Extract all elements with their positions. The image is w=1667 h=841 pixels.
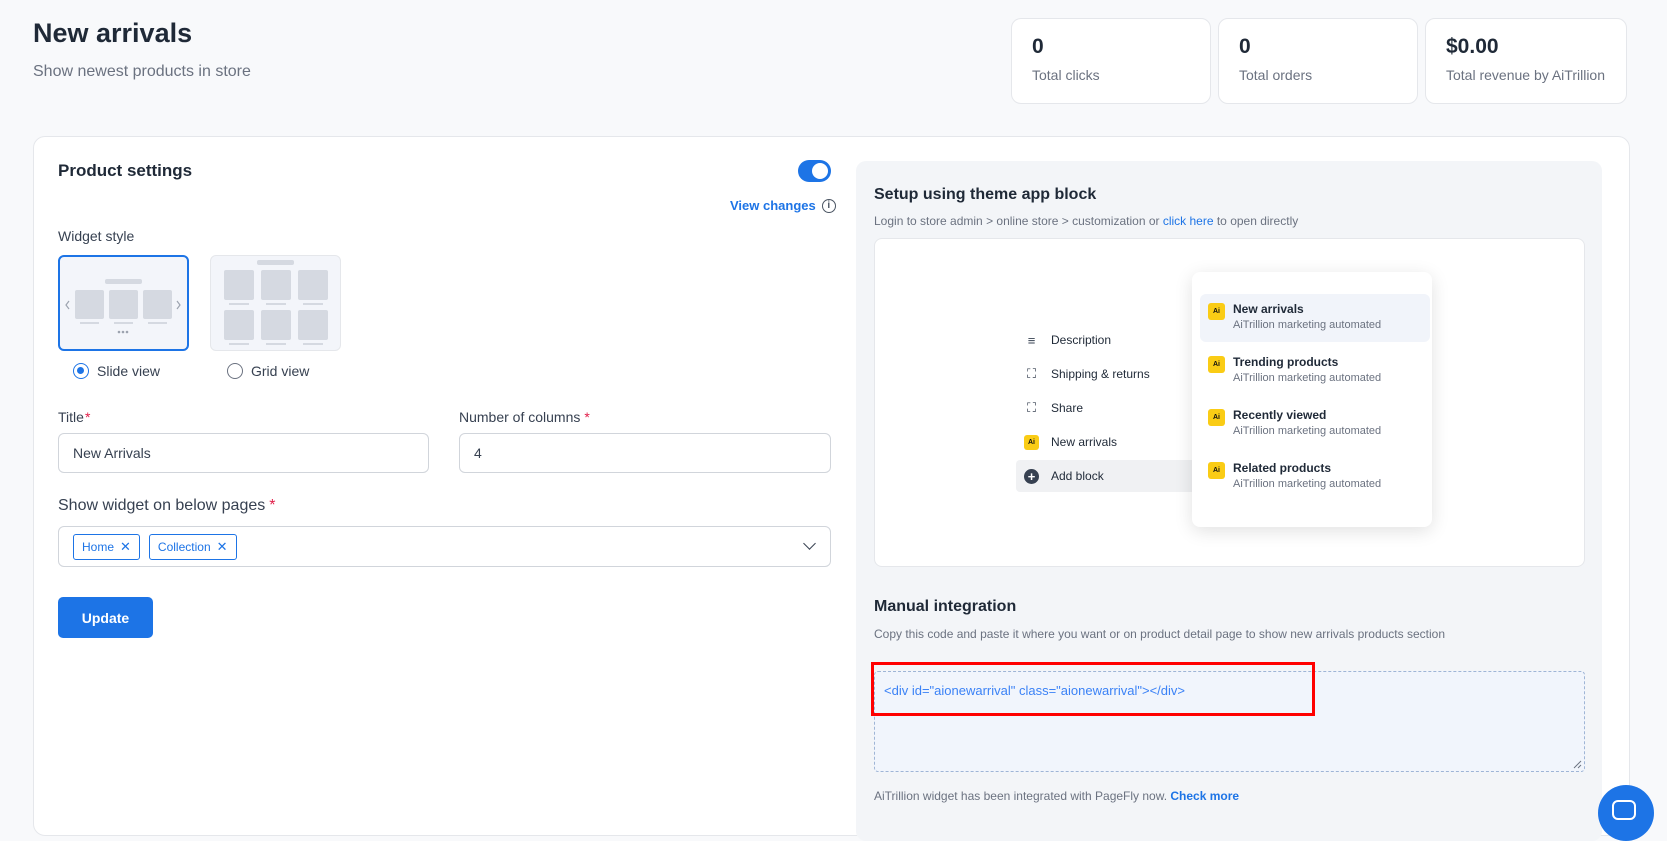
columns-field-label: Number of columns * bbox=[459, 409, 590, 425]
frame-icon: ⛶ bbox=[1026, 366, 1037, 381]
lines-icon: ≡ bbox=[1027, 332, 1036, 348]
popover-item-title: New arrivals bbox=[1233, 302, 1304, 316]
pages-multiselect[interactable]: Home ✕ Collection ✕ bbox=[58, 526, 831, 567]
block-item-share: ⛶ Share bbox=[1016, 392, 1196, 424]
block-item-shipping: ⛶ Shipping & returns bbox=[1016, 358, 1196, 390]
block-label: Shipping & returns bbox=[1051, 367, 1150, 381]
grid-view-radio[interactable]: Grid view bbox=[227, 363, 309, 379]
aitrillion-logo-icon: Ai bbox=[1208, 409, 1225, 426]
aitrillion-logo-icon: Ai bbox=[1208, 462, 1225, 479]
check-more-link[interactable]: Check more bbox=[1170, 789, 1239, 803]
stat-label: Total orders bbox=[1239, 67, 1313, 83]
stat-value: 0 bbox=[1032, 35, 1044, 58]
title-input[interactable]: New Arrivals bbox=[58, 433, 429, 473]
setup-instruction: Login to store admin > online store > cu… bbox=[874, 214, 1299, 228]
block-item-add-block: + Add block bbox=[1016, 460, 1196, 492]
popover-item-recently-viewed: Ai Recently viewed AiTrillion marketing a… bbox=[1200, 400, 1430, 448]
pagefly-notice: AiTrillion widget has been integrated wi… bbox=[874, 789, 1240, 803]
block-item-new-arrivals: Ai New arrivals bbox=[1016, 426, 1196, 458]
page-chip-collection: Collection ✕ bbox=[148, 533, 237, 560]
app-block-popover: Ai New arrivals AiTrillion marketing auto… bbox=[1192, 272, 1432, 527]
stat-total-orders: 0 Total orders bbox=[1218, 18, 1418, 104]
slide-view-label: Slide view bbox=[97, 363, 161, 379]
chat-icon bbox=[1612, 800, 1636, 820]
click-here-link[interactable]: click here bbox=[1163, 214, 1214, 228]
stat-value: $0.00 bbox=[1446, 35, 1499, 58]
popover-item-trending: Ai Trending products AiTrillion marketing… bbox=[1200, 347, 1430, 395]
chevron-down-icon[interactable] bbox=[803, 537, 816, 550]
setup-title: Setup using theme app block bbox=[874, 186, 1097, 203]
popover-item-related: Ai Related products AiTrillion marketing … bbox=[1200, 453, 1430, 501]
popover-item-title: Trending products bbox=[1233, 355, 1339, 369]
stat-total-revenue: $0.00 Total revenue by AiTrillion bbox=[1425, 18, 1627, 104]
block-label: Share bbox=[1051, 401, 1084, 415]
radio-selected-icon bbox=[73, 363, 89, 379]
popover-item-sub: AiTrillion marketing automated bbox=[1233, 478, 1382, 490]
slide-view-style-option[interactable] bbox=[58, 255, 189, 351]
info-icon: i bbox=[821, 198, 836, 213]
grid-view-style-option[interactable] bbox=[210, 255, 341, 351]
frame-icon: ⛶ bbox=[1026, 400, 1037, 415]
page-chip-home: Home ✕ bbox=[73, 533, 140, 560]
product-settings-title: Product settings bbox=[58, 161, 193, 180]
widget-style-label: Widget style bbox=[58, 228, 135, 244]
popover-item-sub: AiTrillion marketing automated bbox=[1233, 425, 1382, 437]
slide-view-radio[interactable]: Slide view bbox=[73, 363, 160, 379]
popover-item-sub: AiTrillion marketing automated bbox=[1233, 372, 1382, 384]
popover-item-title: Recently viewed bbox=[1233, 408, 1327, 422]
slide-view-thumbnail-icon bbox=[65, 279, 181, 334]
highlight-annotation bbox=[871, 662, 1315, 716]
radio-unselected-icon bbox=[227, 363, 243, 379]
chip-label: Home bbox=[82, 539, 115, 554]
grid-view-thumbnail-icon bbox=[224, 260, 328, 345]
close-icon[interactable]: ✕ bbox=[120, 539, 131, 555]
stat-value: 0 bbox=[1239, 35, 1251, 58]
block-item-description: ≡ Description bbox=[1016, 324, 1196, 356]
aitrillion-logo-icon: Ai bbox=[1208, 303, 1225, 320]
manual-integration-title: Manual integration bbox=[874, 598, 1017, 615]
widget-enable-toggle[interactable] bbox=[798, 160, 831, 182]
update-button[interactable]: Update bbox=[58, 597, 153, 638]
block-label: Description bbox=[1051, 333, 1112, 347]
stat-total-clicks: 0 Total clicks bbox=[1011, 18, 1211, 104]
plus-icon: + bbox=[1024, 468, 1039, 484]
popover-item-title: Related products bbox=[1233, 461, 1332, 475]
manual-integration-description: Copy this code and paste it where you wa… bbox=[874, 627, 1445, 641]
chip-label: Collection bbox=[157, 539, 211, 554]
close-icon[interactable]: ✕ bbox=[217, 539, 228, 555]
pages-field-label: Show widget on below pages * bbox=[58, 497, 276, 514]
page-title: New arrivals bbox=[33, 18, 193, 48]
columns-input[interactable]: 4 bbox=[459, 433, 831, 473]
resize-handle-icon[interactable] bbox=[1573, 760, 1582, 769]
page-subtitle: Show newest products in store bbox=[33, 63, 251, 80]
stat-label: Total revenue by AiTrillion bbox=[1446, 67, 1606, 83]
aitrillion-logo-icon: Ai bbox=[1024, 434, 1039, 450]
block-label: New arrivals bbox=[1051, 435, 1118, 449]
view-changes-link[interactable]: View changes i bbox=[730, 198, 836, 213]
block-label: Add block bbox=[1051, 469, 1104, 483]
popover-item-sub: AiTrillion marketing automated bbox=[1233, 319, 1382, 331]
aitrillion-logo-icon: Ai bbox=[1208, 356, 1225, 373]
stat-label: Total clicks bbox=[1032, 67, 1100, 83]
grid-view-label: Grid view bbox=[251, 363, 310, 379]
title-field-label: Title* bbox=[58, 409, 91, 425]
popover-item-new-arrivals: Ai New arrivals AiTrillion marketing auto… bbox=[1200, 294, 1430, 342]
view-changes-label: View changes bbox=[730, 198, 816, 213]
